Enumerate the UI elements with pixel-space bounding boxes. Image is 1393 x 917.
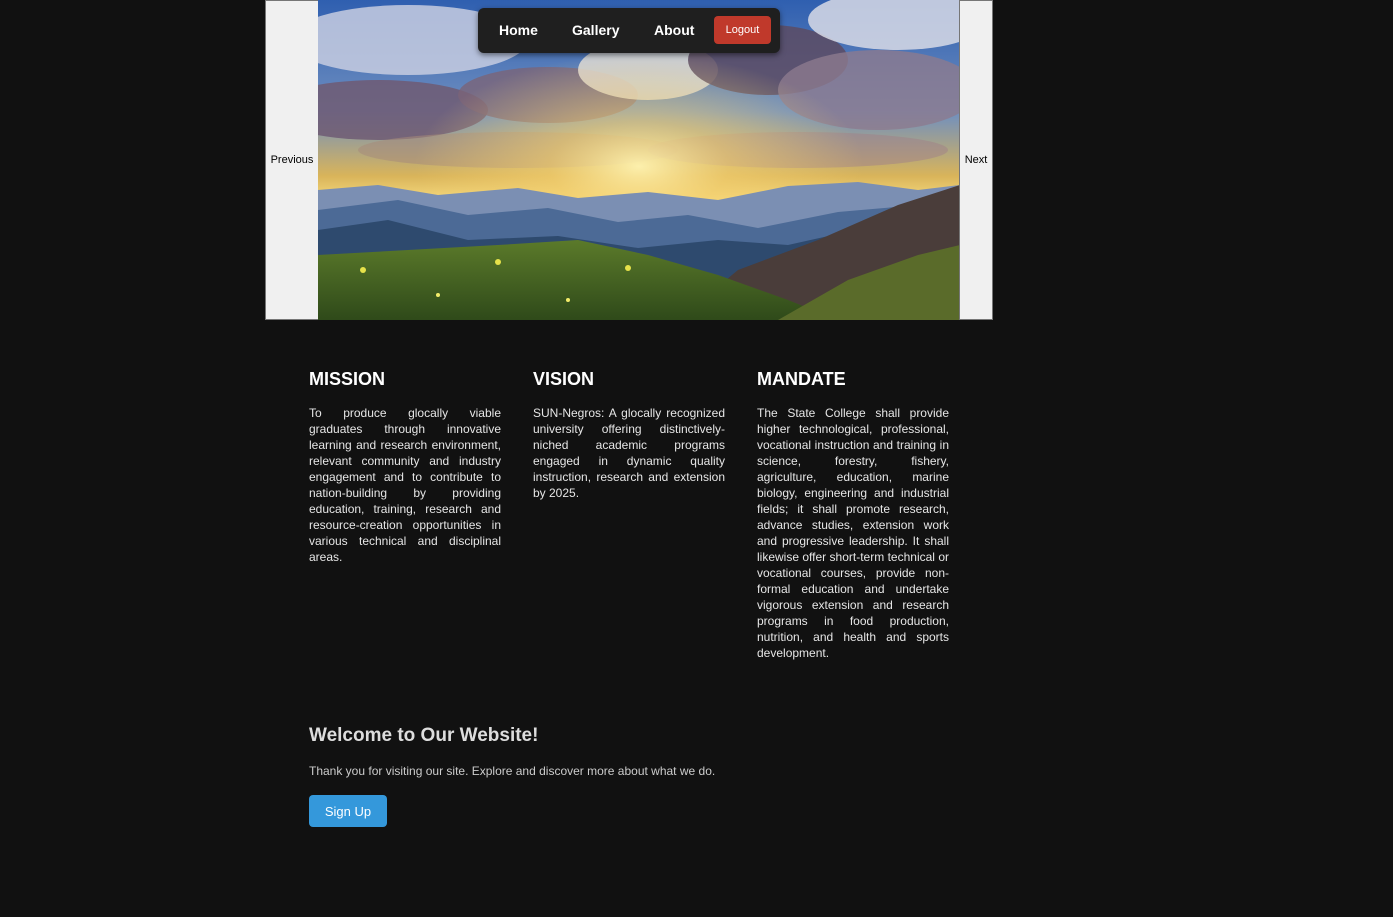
mission-text: To produce glocally viable graduates thr…	[309, 406, 501, 564]
welcome-text: Thank you for visiting our site. Explore…	[309, 764, 716, 778]
vision-section: VISION SUN-Negros: A glocally recognized…	[533, 368, 725, 501]
logout-button[interactable]: Logout	[714, 16, 771, 44]
vision-heading: VISION	[533, 369, 595, 389]
mandate-section: MANDATE The State College shall provide …	[757, 368, 949, 661]
nav-link-gallery[interactable]: Gallery	[572, 22, 619, 38]
mission-heading: MISSION	[309, 369, 386, 389]
carousel-next-button[interactable]: Next	[959, 0, 993, 320]
nav-link-about[interactable]: About	[654, 22, 694, 38]
welcome-section: Welcome to Our Website! Thank you for vi…	[309, 724, 949, 827]
mandate-text: The State College shall provide higher t…	[757, 406, 949, 660]
mandate-heading: MANDATE	[757, 369, 846, 389]
carousel-previous-button[interactable]: Previous	[265, 0, 319, 320]
sign-up-button[interactable]: Sign Up	[309, 795, 387, 827]
mission-section: MISSION To produce glocally viable gradu…	[309, 368, 501, 565]
vision-text: SUN-Negros: A glocally recognized univer…	[533, 406, 725, 500]
welcome-heading: Welcome to Our Website!	[309, 725, 539, 746]
nav-link-home[interactable]: Home	[499, 22, 538, 38]
main-navigation: Home Gallery About Logout	[478, 8, 780, 53]
